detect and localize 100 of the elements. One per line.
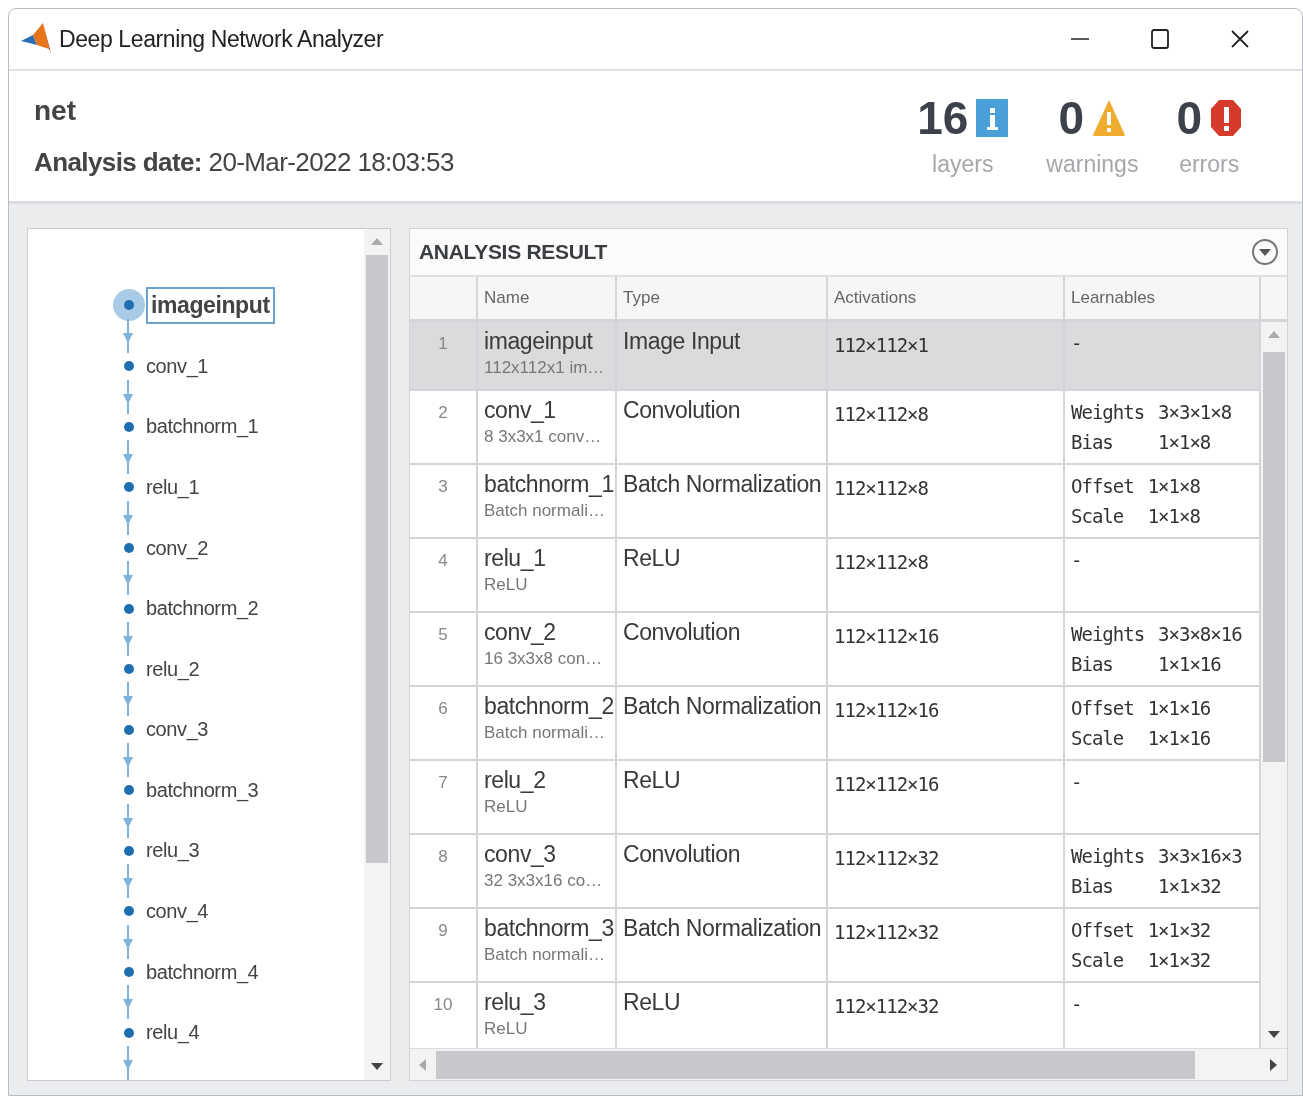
table-scrollbar[interactable] [1261, 322, 1287, 1048]
layer-node-label[interactable]: conv_3 [146, 718, 209, 742]
learnable-size: 1×1×8 [1147, 505, 1200, 527]
layer-node-label[interactable]: relu_3 [146, 839, 200, 863]
layer-node-icon[interactable] [113, 289, 145, 321]
layer-node-icon[interactable] [123, 542, 135, 554]
learnable-name: - [1071, 549, 1082, 571]
learnable-name: - [1071, 993, 1082, 1015]
layer-description: ReLU [484, 575, 528, 595]
layer-node-icon[interactable] [123, 420, 135, 433]
layer-name: relu_1 [484, 545, 546, 572]
connector-arrow [122, 621, 134, 656]
layer-node-icon[interactable] [123, 481, 135, 494]
connector-arrow [122, 319, 134, 353]
layer-node-label[interactable]: batchnorm_4 [146, 960, 259, 984]
learnable-size: 3×3×8×16 [1158, 623, 1242, 645]
table-row[interactable]: 5 conv_2 16 3x3x8 con… Convolution 112×112×16 Weights 3×3×8×16 Bias 1×1×16 [410, 613, 1261, 687]
activations-size: 112×112×8 [834, 403, 928, 425]
table-row[interactable]: 1 imageinput 112x112x1 im… Image Input 112×112×1 - [410, 322, 1261, 391]
learnable-name: Weights [1071, 845, 1145, 867]
learnable-name: Bias [1071, 875, 1114, 897]
activations-size: 112×112×16 [834, 699, 939, 721]
layer-node-icon[interactable] [123, 723, 135, 736]
layer-node-label[interactable]: conv_1 [146, 354, 209, 378]
row-number: 4 [438, 551, 448, 571]
layer-name: batchnorm_1 [484, 471, 614, 498]
layer-description: Batch normali… [484, 945, 605, 965]
layer-node-icon[interactable] [123, 663, 135, 676]
layer-name: batchnorm_3 [484, 915, 614, 942]
layer-node-label[interactable]: conv_2 [146, 536, 209, 560]
learnable-name: Offset [1071, 475, 1134, 497]
learnable-name: Scale [1071, 727, 1125, 749]
table-row[interactable]: 8 conv_3 32 3x3x16 co… Convolution 112×112×32 Weights 3×3×16×3 Bias 1×1×32 [410, 835, 1261, 909]
column-header[interactable]: Learnables [1065, 277, 1261, 319]
summary-count: 0 [1058, 94, 1085, 141]
connector-arrow [122, 379, 134, 414]
network-name: net [34, 94, 77, 127]
row-number: 6 [438, 699, 448, 719]
layer-node-label[interactable]: batchnorm_3 [146, 778, 259, 802]
layer-node-label[interactable]: conv_4 [146, 900, 209, 923]
activations-size: 112×112×32 [834, 847, 939, 869]
layer-description: 32 3x3x16 co… [484, 871, 603, 891]
layer-type: ReLU [623, 545, 681, 572]
column-header[interactable]: Name [478, 277, 617, 319]
layer-name: conv_2 [484, 619, 556, 646]
analysis-date: Analysis date: 20-Mar-2022 18:03:53 [34, 146, 455, 178]
layer-name: imageinput [484, 328, 593, 355]
connector-arrow [122, 1045, 134, 1080]
table-row[interactable]: 6 batchnorm_2 Batch normali… Batch Normalization 112×112×16 Offset 1×1×16 Scale 1×1×16 [410, 687, 1261, 761]
table-row[interactable]: 9 batchnorm_3 Batch normali… Batch Normalization 112×112×32 Offset 1×1×32 Scale 1×1×32 [410, 909, 1261, 983]
layer-node-icon[interactable] [123, 966, 135, 979]
layer-type: Convolution [623, 397, 741, 424]
collapse-icon[interactable] [1251, 238, 1279, 266]
layer-description: Batch normali… [484, 723, 605, 743]
layer-node-icon[interactable] [123, 602, 135, 615]
column-header[interactable]: Type [617, 277, 828, 319]
learnable-name: Bias [1071, 431, 1114, 453]
row-number: 5 [438, 625, 448, 645]
layer-node-icon[interactable] [123, 905, 135, 918]
layer-name: relu_3 [484, 989, 546, 1016]
layer-node-icon[interactable] [123, 360, 135, 373]
panel-title: ANALYSIS RESULT [419, 240, 608, 264]
row-number: 2 [438, 403, 448, 423]
learnable-size: 1×1×16 [1147, 727, 1211, 749]
layer-node-label[interactable]: relu_4 [146, 1021, 200, 1045]
learnable-name: - [1071, 771, 1082, 793]
learnable-size: 1×1×32 [1158, 875, 1222, 897]
column-header[interactable]: Activations [828, 277, 1065, 319]
layer-node-label[interactable]: batchnorm_2 [146, 597, 259, 621]
learnable-size: 1×1×8 [1147, 475, 1200, 497]
layer-type: Image Input [623, 328, 741, 355]
layer-type: ReLU [623, 989, 681, 1016]
learnable-size: 1×1×8 [1158, 431, 1212, 453]
horizontal-scrollbar[interactable] [410, 1048, 1287, 1080]
graph-scrollbar[interactable] [364, 229, 390, 1080]
summary-label: warnings [1046, 150, 1139, 178]
layer-node-label[interactable]: relu_2 [146, 657, 200, 681]
layer-node-label[interactable]: batchnorm_1 [146, 415, 259, 439]
activations-size: 112×112×8 [834, 477, 928, 499]
layer-name: conv_3 [484, 841, 556, 868]
activations-size: 112×112×1 [834, 334, 928, 356]
learnable-name: Weights [1071, 401, 1145, 423]
window-title: Deep Learning Network Analyzer [59, 25, 385, 53]
layer-node-label[interactable]: imageinput [146, 286, 275, 324]
learnable-name: Offset [1071, 697, 1134, 719]
table-row[interactable]: 2 conv_1 8 3x3x1 conv… Convolution 112×112×8 Weights 3×3×1×8 Bias 1×1×8 [410, 391, 1261, 465]
table-row[interactable]: 3 batchnorm_1 Batch normali… Batch Normalization 112×112×8 Offset 1×1×8 Scale 1×1×8 [410, 465, 1261, 539]
table-row[interactable]: 4 relu_1 ReLU ReLU 112×112×8 - [410, 539, 1261, 613]
row-number: 10 [433, 995, 453, 1015]
layer-node-icon[interactable] [123, 1026, 135, 1039]
layer-node-icon[interactable] [123, 784, 135, 797]
layer-type: Convolution [623, 841, 741, 868]
learnable-size: 3×3×16×3 [1158, 845, 1242, 867]
table-row[interactable]: 7 relu_2 ReLU ReLU 112×112×16 - [410, 761, 1261, 835]
layer-node-icon[interactable] [123, 844, 135, 857]
connector-arrow [122, 864, 134, 899]
learnable-size: 1×1×16 [1147, 697, 1211, 719]
learnable-name: Scale [1071, 505, 1125, 527]
layer-node-label[interactable]: relu_1 [146, 475, 200, 499]
layer-type: Batch Normalization [623, 471, 822, 498]
